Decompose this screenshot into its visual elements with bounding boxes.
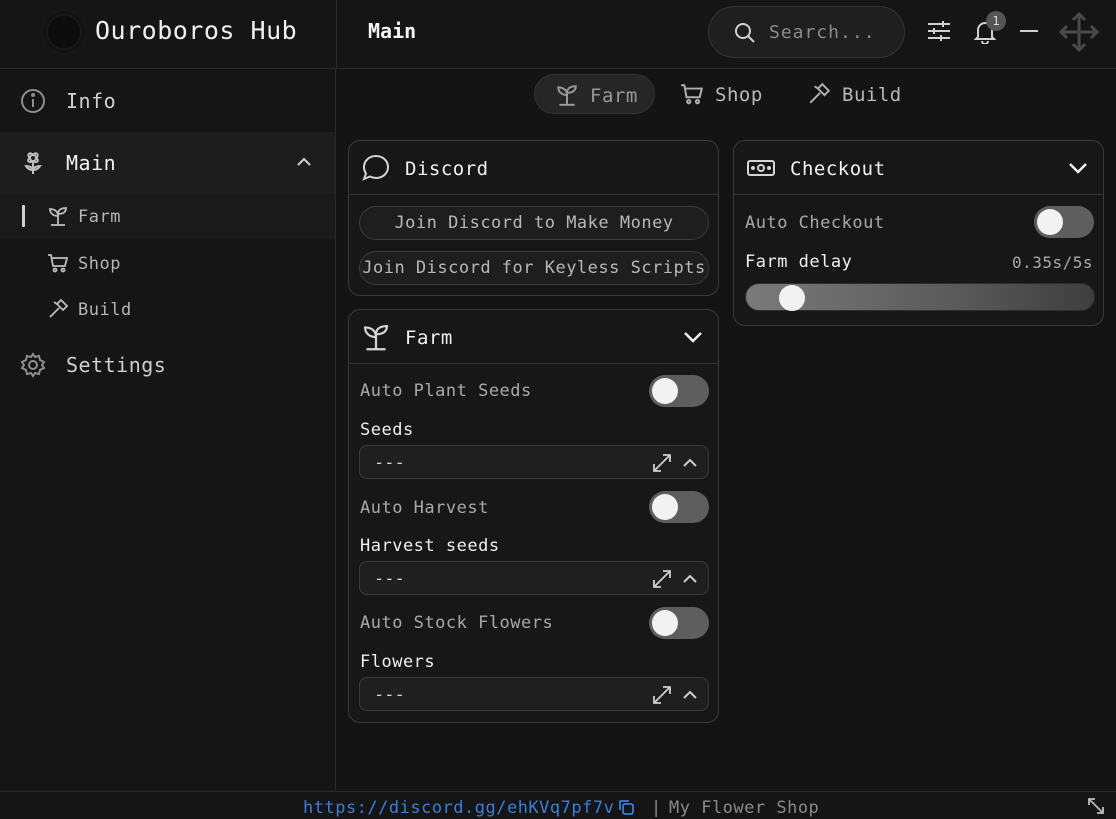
hammer-icon <box>47 298 69 320</box>
sidebar-item-settings[interactable]: Settings <box>0 334 335 396</box>
resize-icon[interactable] <box>1086 796 1106 816</box>
join-discord-keyless-button[interactable]: Join Discord for Keyless Scripts <box>359 251 709 285</box>
cart-icon <box>680 82 704 106</box>
tab-farm[interactable]: Farm <box>534 74 655 114</box>
discord-panel-header: Discord <box>349 141 718 195</box>
tab-label: Shop <box>715 84 763 106</box>
sidebar: Info Main Farm Shop Build Settings <box>0 70 336 791</box>
footer: https://discord.gg/ehKVq7pf7v | My Flowe… <box>0 791 1116 819</box>
sidebar-item-main[interactable]: Main <box>0 132 335 194</box>
flowers-dropdown[interactable]: --- <box>359 677 709 711</box>
active-indicator <box>22 205 25 227</box>
sidebar-subitem-label: Shop <box>78 254 121 274</box>
chevron-up-icon[interactable] <box>681 686 699 704</box>
panel-title: Checkout <box>790 158 886 180</box>
cash-icon <box>746 153 776 183</box>
sidebar-subitem-farm[interactable]: Farm <box>0 195 335 239</box>
chevron-up-icon[interactable] <box>681 454 699 472</box>
sidebar-subitem-build[interactable]: Build <box>0 288 335 332</box>
header-divider <box>336 0 337 69</box>
search-input[interactable]: Search... <box>708 6 905 58</box>
farm-delay-slider[interactable] <box>745 283 1095 311</box>
footer-separator: | <box>651 798 662 818</box>
notification-badge: 1 <box>986 11 1006 31</box>
cart-icon <box>47 252 69 274</box>
app-title: Ouroboros Hub <box>95 16 298 45</box>
tab-build[interactable]: Build <box>787 74 912 114</box>
info-icon <box>20 88 46 114</box>
sprout-icon <box>47 205 69 227</box>
logo <box>44 12 84 52</box>
expand-icon[interactable] <box>651 452 673 474</box>
chevron-up-icon[interactable] <box>294 152 314 172</box>
panel-title: Discord <box>405 158 489 180</box>
sidebar-subitem-label: Farm <box>78 207 121 227</box>
toggle-knob <box>1037 209 1063 235</box>
auto-plant-label: Auto Plant Seeds <box>360 381 532 401</box>
auto-harvest-label: Auto Harvest <box>360 498 489 518</box>
slider-knob[interactable] <box>779 285 805 311</box>
expand-icon[interactable] <box>651 684 673 706</box>
chevron-down-icon[interactable] <box>1067 157 1089 179</box>
page-title: Main <box>368 19 417 43</box>
harvest-seeds-label: Harvest seeds <box>360 536 500 556</box>
sprout-icon <box>361 322 391 352</box>
farm-panel-header[interactable]: Farm <box>349 310 718 364</box>
move-icon[interactable] <box>1058 11 1100 53</box>
tab-shop[interactable]: Shop <box>660 74 780 114</box>
discord-link[interactable]: https://discord.gg/ehKVq7pf7v <box>303 798 614 818</box>
minimize-icon[interactable] <box>1017 18 1045 46</box>
sliders-icon[interactable] <box>926 18 954 46</box>
sidebar-item-label: Settings <box>66 353 167 377</box>
checkout-panel: Checkout Auto Checkout Farm delay 0.35s/… <box>733 140 1104 326</box>
sidebar-subitem-shop[interactable]: Shop <box>0 242 335 286</box>
search-placeholder: Search... <box>769 22 876 43</box>
auto-checkout-label: Auto Checkout <box>745 213 885 233</box>
chevron-up-icon[interactable] <box>681 570 699 588</box>
auto-stock-label: Auto Stock Flowers <box>360 613 554 633</box>
farm-panel: Farm Auto Plant Seeds Seeds --- Auto Har… <box>348 309 719 723</box>
dropdown-value: --- <box>374 569 405 589</box>
sidebar-subitem-label: Build <box>78 300 132 320</box>
flowers-label: Flowers <box>360 652 436 672</box>
hammer-icon <box>807 82 831 106</box>
sidebar-item-label: Info <box>66 89 117 113</box>
checkout-panel-header[interactable]: Checkout <box>734 141 1103 195</box>
panel-title: Farm <box>405 327 453 349</box>
tab-label: Build <box>842 84 902 106</box>
sidebar-item-label: Main <box>66 151 117 175</box>
toggle-knob <box>652 494 678 520</box>
harvest-seeds-dropdown[interactable]: --- <box>359 561 709 595</box>
seeds-dropdown[interactable]: --- <box>359 445 709 479</box>
tab-label: Farm <box>590 85 638 107</box>
toggle-knob <box>652 378 678 404</box>
toggle-knob <box>652 610 678 636</box>
app-window: Ouroboros Hub Main Search... 1 Info Main… <box>0 0 1116 819</box>
gear-icon <box>20 352 46 378</box>
flower-icon <box>20 150 46 176</box>
search-icon <box>733 21 757 45</box>
auto-plant-toggle[interactable] <box>649 375 709 407</box>
header: Ouroboros Hub Main Search... 1 <box>0 0 1116 69</box>
auto-harvest-toggle[interactable] <box>649 491 709 523</box>
copy-icon[interactable] <box>617 798 635 816</box>
dropdown-value: --- <box>374 685 405 705</box>
join-discord-money-button[interactable]: Join Discord to Make Money <box>359 206 709 240</box>
sidebar-item-info[interactable]: Info <box>0 70 335 132</box>
farm-delay-value: 0.35s/5s <box>1011 253 1093 272</box>
chat-bubble-icon <box>361 153 391 183</box>
sprout-icon <box>555 83 579 107</box>
seeds-label: Seeds <box>360 420 414 440</box>
dropdown-value: --- <box>374 453 405 473</box>
auto-checkout-toggle[interactable] <box>1034 206 1094 238</box>
shop-name: My Flower Shop <box>669 798 820 818</box>
auto-stock-toggle[interactable] <box>649 607 709 639</box>
chevron-down-icon[interactable] <box>682 326 704 348</box>
expand-icon[interactable] <box>651 568 673 590</box>
discord-panel: Discord Join Discord to Make Money Join … <box>348 140 719 296</box>
farm-delay-label: Farm delay <box>745 252 853 272</box>
